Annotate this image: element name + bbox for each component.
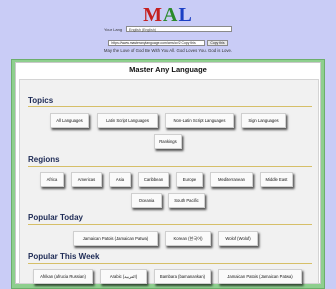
topic-button-all-languages[interactable]: All Languages (50, 113, 89, 128)
topic-button-latin-script[interactable]: Latin Script Languages (97, 113, 158, 128)
region-button-americas[interactable]: Americas (71, 172, 102, 187)
popular-week-button-afrikan[interactable]: Afrikan (afrucia Russian) (33, 269, 93, 284)
topic-button-non-latin-script[interactable]: Non-Latin Script Languages (165, 113, 234, 128)
region-button-south-pacific[interactable]: South Pacific (168, 193, 205, 208)
region-button-europe[interactable]: Europe (176, 172, 203, 187)
section-title-popular-week: Popular This Week (28, 252, 100, 261)
logo-letter-l: L (178, 4, 193, 26)
copy-url-button[interactable]: Copy this (207, 40, 228, 46)
region-button-middle-east[interactable]: Middle East (260, 172, 293, 187)
region-button-mediterranean[interactable]: Mediterranean (210, 172, 253, 187)
logo-letter-a: A (163, 4, 179, 26)
language-bar: Your Lang English (English) (0, 24, 336, 34)
popular-week-button-jamaican-patois[interactable]: Jamaican Patois (Jamaican Patwa) (218, 269, 302, 284)
region-button-africa[interactable]: Africa (40, 172, 64, 187)
section-divider (28, 166, 312, 167)
share-url-field[interactable]: https://www.masteranylanguage.com/cms/cr… (108, 40, 206, 46)
region-button-asia[interactable]: Asia (109, 172, 131, 187)
language-label: Your Lang (103, 26, 123, 32)
section-divider (28, 224, 312, 225)
section-title-topics: Topics (28, 96, 54, 105)
tagline: May the Love of God Be With You All. God… (103, 48, 233, 53)
share-url-bar: https://www.masteranylanguage.com/cms/cr… (0, 39, 336, 47)
region-button-oceania[interactable]: Oceania (131, 193, 162, 208)
section-title-regions: Regions (28, 155, 60, 164)
region-button-caribbean[interactable]: Caribbean (138, 172, 169, 187)
topic-button-rankings[interactable]: Rankings (154, 134, 182, 149)
language-select[interactable]: English (English) (126, 26, 233, 32)
topic-button-sign-languages[interactable]: Sign Languages (241, 113, 286, 128)
popular-today-button-wolof[interactable]: Wolof (Wolof) (218, 231, 258, 246)
section-title-popular-today: Popular Today (28, 213, 83, 222)
logo-letter-m: M (143, 4, 164, 26)
popular-week-button-bambara[interactable]: Bambara (bamanankan) (154, 269, 211, 284)
panel-title: Master Any Language (129, 65, 207, 74)
section-divider (28, 263, 312, 264)
popular-today-button-korean[interactable]: Korean (한국어) (165, 231, 211, 246)
popular-today-button-jamaican-patois[interactable]: Jamaican Patois (Jamaican Patwa) (73, 231, 158, 246)
popular-week-button-arabic[interactable]: Arabic (العربية) (100, 269, 147, 284)
section-divider (28, 106, 312, 107)
